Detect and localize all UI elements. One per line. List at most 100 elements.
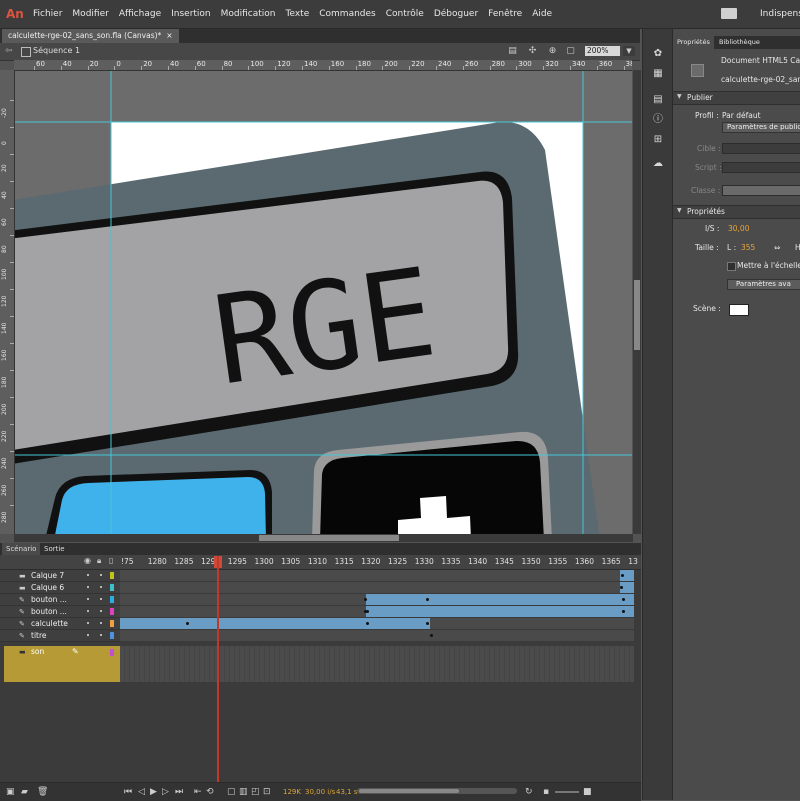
timeline-zoom-slider[interactable] [555,791,579,793]
menu-commandes[interactable]: Commandes [319,9,375,19]
scale-checkbox[interactable] [727,262,736,271]
center-frame-icon[interactable]: ⇤ [194,786,202,798]
zoom-in-icon[interactable]: ■ [583,786,592,798]
color-wheel-icon[interactable]: ✿ [652,49,664,59]
tab-scenario[interactable]: Scénario [2,543,41,555]
keyframe[interactable] [620,586,623,589]
frame-row[interactable] [120,582,634,594]
menu-modification[interactable]: Modification [221,9,276,19]
publish-section-header[interactable]: ▼ Publier [673,91,800,105]
width-value[interactable]: 355 [741,243,755,253]
frame-row[interactable] [120,606,634,618]
align-icon[interactable]: ⊞ [652,135,664,145]
keyframe[interactable] [622,598,625,601]
back-arrow-icon[interactable]: ⇦ [5,46,13,56]
zoom-out-icon[interactable]: ▪ [543,786,549,798]
layer-toggle-dot[interactable] [100,622,102,624]
properties-section-header[interactable]: ▼ Propriétés [673,205,800,219]
play-icon[interactable]: ▶ [150,786,157,798]
stage-horizontal-scrollbar[interactable] [14,534,633,542]
info-icon[interactable]: ⓘ [652,115,664,125]
frame-rate[interactable]: 30,00 i/s [305,787,335,797]
layer-toggle-dot[interactable] [87,622,89,624]
trash-icon[interactable]: 🗑︎ [37,786,48,798]
layer-toggle-dot[interactable] [87,586,89,588]
eye-icon[interactable]: ◉ [84,556,91,565]
first-frame-icon[interactable]: ⏮ [124,786,132,798]
new-folder-icon[interactable]: ▰ [21,786,28,798]
modify-markers-icon[interactable]: ⊡ [263,786,271,798]
new-layer-icon[interactable]: ▣ [6,786,15,798]
menu-fichier[interactable]: Fichier [33,9,62,19]
menu-controle[interactable]: Contrôle [386,9,424,19]
scrollbar-thumb[interactable] [359,789,459,793]
layer-row-son[interactable]: ▬ son ✎ [4,646,120,682]
layer-color-swatch[interactable] [110,608,114,615]
onion-skin-icon[interactable]: ▢ [227,786,236,798]
keyframe[interactable] [426,598,429,601]
layer-toggle-dot[interactable] [100,574,102,576]
tab-sortie[interactable]: Sortie [40,543,69,555]
next-frame-icon[interactable]: ▷ [162,786,169,798]
layer-toggle-dot[interactable] [100,586,102,588]
keyframe[interactable] [186,622,189,625]
menu-fenetre[interactable]: Fenêtre [488,9,522,19]
menu-insertion[interactable]: Insertion [171,9,211,19]
tab-proprietes[interactable]: Propriétés [673,36,714,49]
outline-icon[interactable]: ▯ [109,556,113,565]
tween-span[interactable] [366,594,634,605]
profile-value[interactable]: Par défaut [722,111,761,121]
advanced-settings-button[interactable]: Paramètres ava [727,279,800,290]
loop-icon[interactable]: ⟲ [206,786,214,798]
layer-color-swatch[interactable] [110,584,114,591]
layer-toggle-dot[interactable] [87,574,89,576]
script-field[interactable] [722,162,800,173]
layer-row[interactable]: ✎ bouton ... [0,594,120,606]
workspace-sync-icon[interactable] [721,8,737,19]
pencil-icon[interactable]: ✎ [72,647,79,656]
scrollbar-thumb[interactable] [259,535,399,541]
publish-settings-button[interactable]: Paramètres de publica [722,122,800,133]
stage-color-swatch[interactable] [729,304,749,316]
frame-row[interactable] [120,618,634,630]
clip-content-icon[interactable]: ▢ [565,46,576,56]
chevron-down-icon[interactable]: ▼ [623,46,635,56]
workspace-switcher[interactable]: Indispensab [760,0,800,28]
layer-row[interactable]: ▬ Calque 6 [0,582,120,594]
layer-row[interactable]: ▬ Calque 7 [0,570,120,582]
layer-row[interactable]: ✎ bouton ... [0,606,120,618]
layer-toggle-dot[interactable] [87,598,89,600]
stage-area[interactable]: RGE [15,71,632,534]
layer-toggle-dot[interactable] [100,634,102,636]
last-frame-icon[interactable]: ⏭ [175,786,183,798]
layer-toggle-dot[interactable] [100,598,102,600]
menu-texte[interactable]: Texte [286,9,310,19]
layer-toggle-dot[interactable] [87,610,89,612]
menu-aide[interactable]: Aide [532,9,552,19]
layer-toggle-dot[interactable] [87,634,89,636]
zoom-input[interactable]: 200% [585,46,620,56]
swatches-icon[interactable]: ▦ [652,69,664,79]
stage-vertical-scrollbar[interactable] [633,70,641,534]
keyframe[interactable] [622,610,625,613]
creative-cloud-icon[interactable]: ☁ [652,159,664,169]
prev-frame-icon[interactable]: ◁ [138,786,145,798]
current-frame[interactable]: 129K [283,787,301,797]
lock-icon[interactable]: 🔒︎ [97,556,101,566]
layer-row[interactable]: ✎ titre [0,630,120,642]
menu-modifier[interactable]: Modifier [72,9,108,19]
edit-scene-icon[interactable]: ▤ [507,46,518,56]
tween-span[interactable] [366,606,634,617]
menu-affichage[interactable]: Affichage [119,9,161,19]
playhead[interactable] [217,556,219,794]
scrollbar-thumb[interactable] [634,280,640,350]
keyframe[interactable] [366,622,369,625]
layer-color-swatch[interactable] [110,632,114,639]
fps-value[interactable]: 30,00 [728,224,749,234]
layer-color-swatch[interactable] [110,596,114,603]
target-field[interactable] [722,143,800,154]
library-icon[interactable]: ▤ [652,95,664,105]
document-tab[interactable]: calculette-rge-02_sans_son.fla (Canvas)*… [2,29,179,43]
frame-row[interactable] [120,630,634,642]
layer-color-swatch[interactable] [110,572,114,579]
